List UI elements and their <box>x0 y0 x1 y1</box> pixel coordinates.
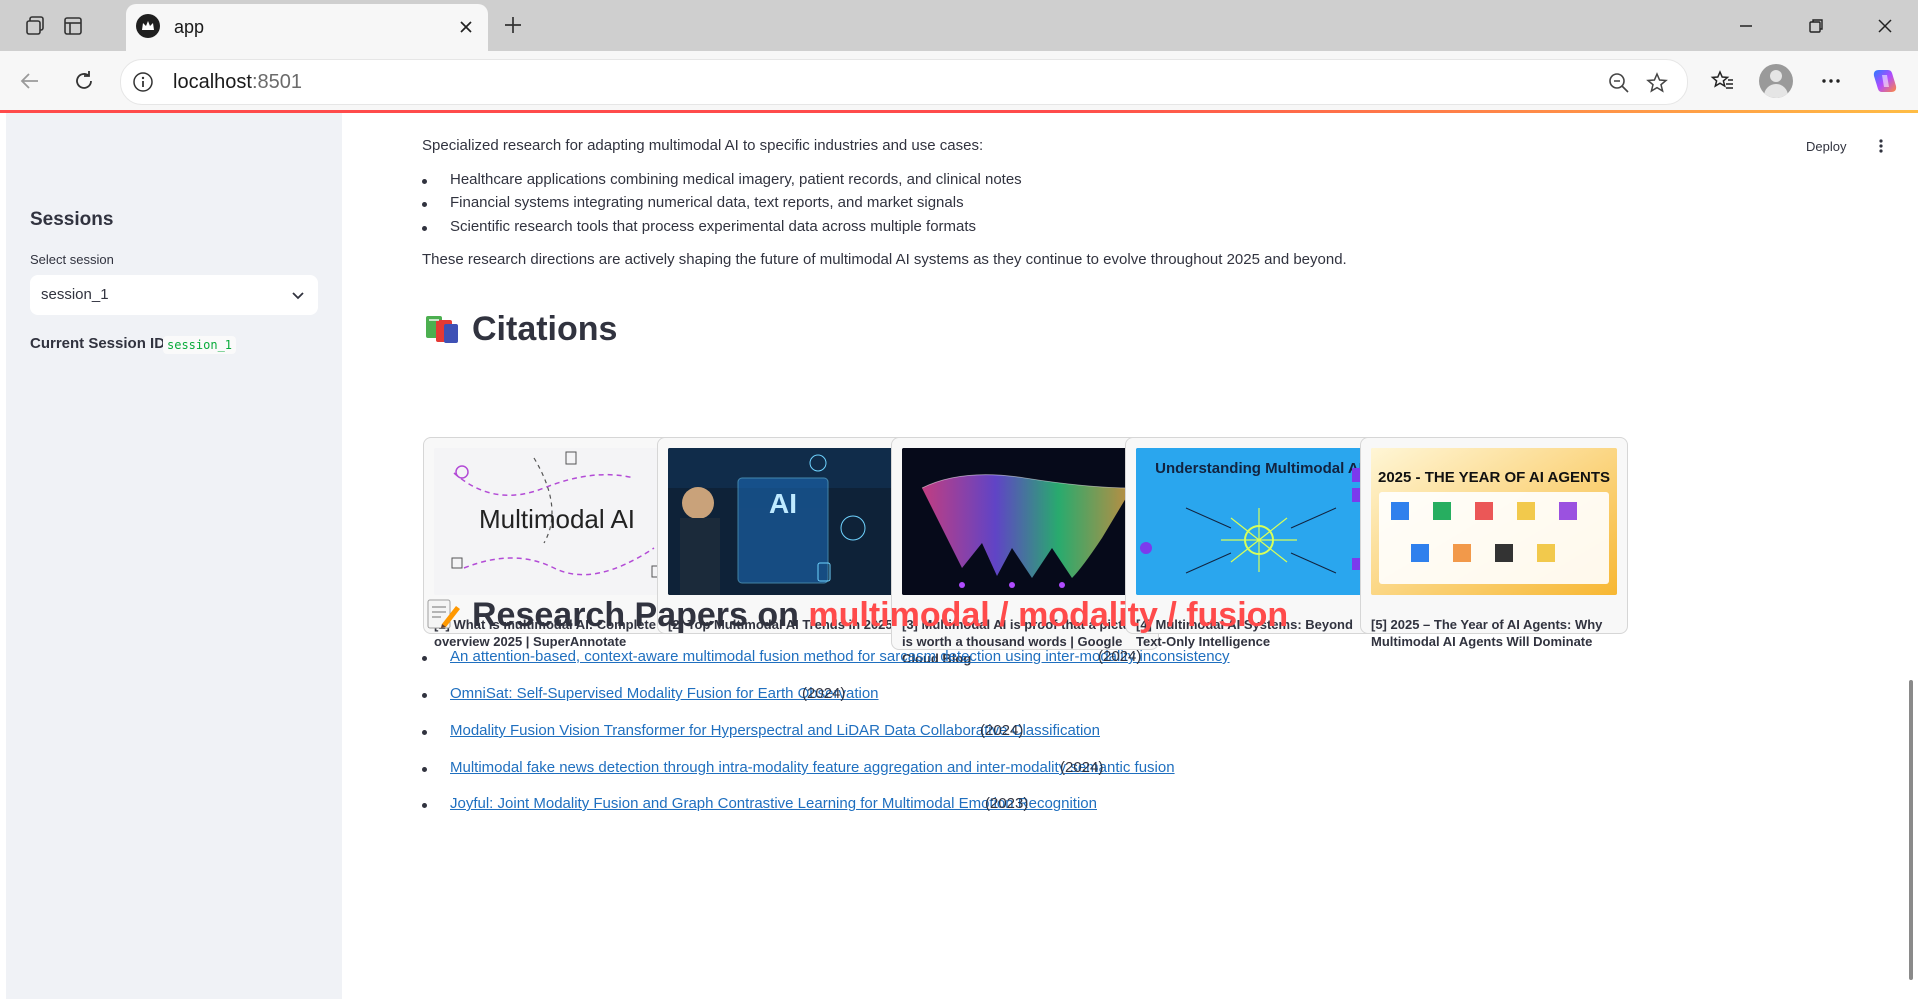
svg-text:AI: AI <box>769 488 797 519</box>
citation-card[interactable]: 2025 - THE YEAR OF AI AGENTS [5] 2025 – … <box>1360 437 1628 649</box>
session-select[interactable]: session_1 <box>30 275 318 315</box>
back-icon[interactable] <box>12 63 48 99</box>
browser-tab-bar: app <box>0 0 1918 51</box>
more-options-icon[interactable] <box>1813 63 1849 99</box>
citation-thumbnail: 2025 - THE YEAR OF AI AGENTS <box>1371 448 1617 595</box>
intro-paragraph: Specialized research for adapting multim… <box>422 137 984 154</box>
close-window-icon[interactable] <box>1862 8 1908 44</box>
favorite-star-icon[interactable] <box>1643 69 1671 97</box>
refresh-icon[interactable] <box>66 63 102 99</box>
citation-thumbnail: Multimodal AI <box>434 448 680 595</box>
select-session-label: Select session <box>30 252 114 267</box>
current-session-code: session_1 <box>163 336 237 354</box>
close-tab-icon[interactable] <box>452 13 480 41</box>
browser-tab-active[interactable]: app <box>126 4 488 51</box>
deploy-button[interactable]: Deploy <box>1806 139 1846 154</box>
favorites-icon[interactable] <box>1704 63 1740 99</box>
research-papers-heading: Research Papers on multimodal / modality… <box>422 596 1288 635</box>
svg-text:2025 - THE YEAR OF AI AGENTS: 2025 - THE YEAR OF AI AGENTS <box>1378 469 1610 486</box>
session-select-value: session_1 <box>41 286 109 303</box>
citation-thumbnail <box>902 448 1148 595</box>
svg-text:Understanding Multimodal AI: Understanding Multimodal AI <box>1155 460 1363 477</box>
workspaces-icon[interactable] <box>20 11 50 41</box>
sidebar-title: Sessions <box>30 209 114 230</box>
svg-text:Multimodal AI: Multimodal AI <box>479 504 635 534</box>
main-menu-icon[interactable] <box>1871 136 1891 156</box>
citation-thumbnail: Understanding Multimodal AI <box>1136 448 1382 595</box>
browser-address-bar: localhost:8501 <box>0 51 1918 110</box>
main-content: Deploy Specialized research for adapting… <box>342 113 1918 999</box>
restore-icon[interactable] <box>1793 8 1839 44</box>
zoom-out-icon[interactable] <box>1605 69 1633 97</box>
chevron-down-icon <box>292 292 304 300</box>
closing-paragraph: These research directions are actively s… <box>422 251 1347 268</box>
tab-title: app <box>174 17 205 37</box>
url-field[interactable]: localhost:8501 <box>120 59 1688 105</box>
citation-thumbnail: AI <box>668 448 914 595</box>
page-scrollbar[interactable] <box>1909 680 1913 980</box>
streamlit-crown-icon <box>136 14 160 38</box>
memo-icon <box>427 599 460 629</box>
profile-avatar[interactable] <box>1759 64 1793 98</box>
sidebar: Sessions Select session session_1 Curren… <box>6 113 342 999</box>
citation-caption: [5] 2025 – The Year of AI Agents: Why Mu… <box>1371 617 1603 649</box>
vertical-tabs-icon[interactable] <box>58 11 88 41</box>
books-icon <box>426 316 458 343</box>
minimize-icon[interactable] <box>1723 8 1769 44</box>
site-info-icon[interactable] <box>131 70 155 94</box>
copilot-icon[interactable] <box>1867 63 1903 99</box>
citations-heading: Citations <box>422 310 617 349</box>
url-text: localhost:8501 <box>173 71 302 93</box>
new-tab-icon[interactable] <box>498 10 528 40</box>
current-session-label: Current Session ID: <box>30 335 171 352</box>
